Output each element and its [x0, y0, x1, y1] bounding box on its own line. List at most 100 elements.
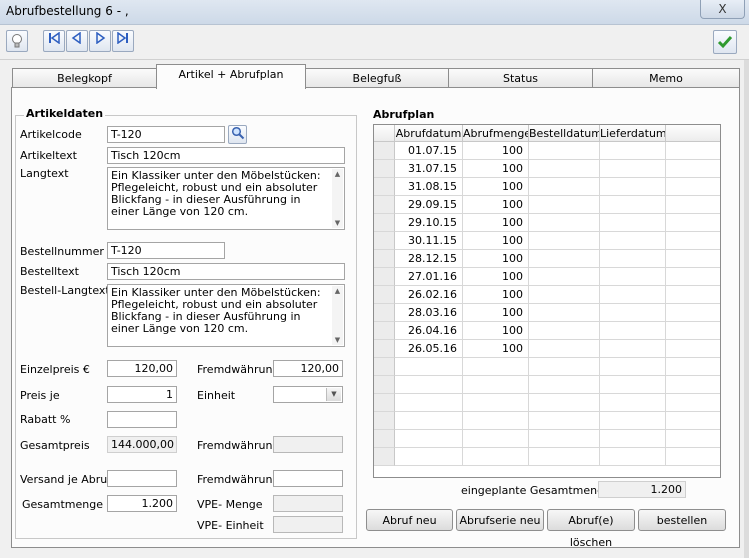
fremdwaehrung1-field[interactable]: 120,00: [273, 360, 343, 377]
row-selector[interactable]: [374, 430, 395, 448]
table-cell[interactable]: [529, 268, 600, 286]
table-cell[interactable]: [600, 430, 666, 448]
einzelpreis-field[interactable]: 120,00: [107, 360, 177, 377]
row-selector[interactable]: [374, 250, 395, 268]
table-cell[interactable]: [529, 340, 600, 358]
row-selector[interactable]: [374, 448, 395, 466]
table-cell[interactable]: [395, 430, 463, 448]
table-cell[interactable]: 100: [463, 250, 529, 268]
table-cell[interactable]: 29.09.15: [395, 196, 463, 214]
table-cell[interactable]: [600, 448, 666, 466]
table-cell[interactable]: 28.12.15: [395, 250, 463, 268]
table-cell[interactable]: [600, 322, 666, 340]
table-cell[interactable]: 31.08.15: [395, 178, 463, 196]
tab-artikel-abrufplan[interactable]: Artikel + Abrufplan: [156, 64, 306, 89]
langtext-field[interactable]: Ein Klassiker unter den Möbelstücken: Pf…: [107, 167, 345, 230]
artikeltext-field[interactable]: Tisch 120cm: [107, 147, 345, 164]
table-cell[interactable]: 100: [463, 160, 529, 178]
table-cell[interactable]: [395, 412, 463, 430]
table-cell[interactable]: [529, 448, 600, 466]
bestelltext-field[interactable]: Tisch 120cm: [107, 263, 345, 280]
row-selector[interactable]: [374, 232, 395, 250]
row-selector[interactable]: [374, 412, 395, 430]
column-header[interactable]: Abrufmenge: [463, 125, 529, 142]
row-selector[interactable]: [374, 358, 395, 376]
chevron-down-icon[interactable]: ▼: [326, 388, 341, 401]
table-cell[interactable]: [529, 142, 600, 160]
row-selector[interactable]: [374, 286, 395, 304]
gesamtmenge-field[interactable]: 1.200: [107, 495, 177, 512]
table-cell[interactable]: 100: [463, 178, 529, 196]
first-record-icon[interactable]: [43, 30, 65, 52]
table-cell[interactable]: 100: [463, 142, 529, 160]
tab-belegkopf[interactable]: Belegkopf: [12, 68, 157, 88]
table-cell[interactable]: [600, 214, 666, 232]
table-cell[interactable]: [529, 376, 600, 394]
table-cell[interactable]: [395, 448, 463, 466]
table-cell[interactable]: [529, 322, 600, 340]
tab-memo[interactable]: Memo: [592, 68, 740, 88]
table-cell[interactable]: [463, 394, 529, 412]
last-record-icon[interactable]: [112, 30, 134, 52]
table-cell[interactable]: 100: [463, 214, 529, 232]
table-cell[interactable]: 26.04.16: [395, 322, 463, 340]
versand-field[interactable]: [107, 470, 177, 487]
table-cell[interactable]: [600, 160, 666, 178]
tab-belegfuss[interactable]: Belegfuß: [305, 68, 449, 88]
tab-status[interactable]: Status: [448, 68, 593, 88]
lightbulb-icon[interactable]: [6, 30, 28, 52]
table-cell[interactable]: [600, 394, 666, 412]
table-cell[interactable]: [529, 286, 600, 304]
abrufplan-grid[interactable]: Abrufdatum Abrufmenge Bestelldatum Lieferda…: [373, 124, 721, 478]
table-cell[interactable]: [600, 340, 666, 358]
abruf-loeschen-button[interactable]: Abruf(e) löschen: [547, 509, 635, 549]
table-cell[interactable]: 01.07.15: [395, 142, 463, 160]
table-cell[interactable]: [529, 430, 600, 448]
rabatt-field[interactable]: [107, 411, 177, 428]
table-cell[interactable]: 100: [463, 232, 529, 250]
table-cell[interactable]: [529, 232, 600, 250]
table-cell[interactable]: [529, 412, 600, 430]
row-selector[interactable]: [374, 304, 395, 322]
abruf-neu-button[interactable]: Abruf neu: [366, 509, 453, 531]
bestellen-button[interactable]: bestellen: [638, 509, 726, 531]
table-cell[interactable]: [463, 430, 529, 448]
table-cell[interactable]: 26.02.16: [395, 286, 463, 304]
table-cell[interactable]: 100: [463, 196, 529, 214]
search-icon[interactable]: [228, 125, 247, 144]
table-cell[interactable]: [600, 250, 666, 268]
table-cell[interactable]: [463, 412, 529, 430]
table-cell[interactable]: [529, 250, 600, 268]
table-cell[interactable]: 27.01.16: [395, 268, 463, 286]
table-cell[interactable]: [600, 304, 666, 322]
checkmark-icon[interactable]: [713, 30, 737, 54]
table-cell[interactable]: [600, 412, 666, 430]
table-cell[interactable]: [600, 286, 666, 304]
table-cell[interactable]: 30.11.15: [395, 232, 463, 250]
artikelcode-field[interactable]: T-120: [107, 126, 225, 143]
table-cell[interactable]: 100: [463, 340, 529, 358]
table-cell[interactable]: 29.10.15: [395, 214, 463, 232]
fremdwaehrung3-field[interactable]: [273, 470, 343, 487]
table-cell[interactable]: 100: [463, 286, 529, 304]
table-cell[interactable]: [529, 214, 600, 232]
table-cell[interactable]: 28.03.16: [395, 304, 463, 322]
table-cell[interactable]: [529, 358, 600, 376]
row-selector[interactable]: [374, 142, 395, 160]
table-cell[interactable]: 31.07.15: [395, 160, 463, 178]
table-cell[interactable]: [529, 160, 600, 178]
row-selector[interactable]: [374, 214, 395, 232]
table-cell[interactable]: [395, 376, 463, 394]
table-cell[interactable]: [529, 178, 600, 196]
column-header[interactable]: Bestelldatum: [529, 125, 600, 142]
close-button[interactable]: X: [700, 0, 745, 19]
bestellnummer-field[interactable]: T-120: [107, 242, 225, 259]
table-cell[interactable]: [600, 196, 666, 214]
row-selector[interactable]: [374, 322, 395, 340]
bestell-langtext-field[interactable]: Ein Klassiker unter den Möbelstücken: Pf…: [107, 284, 345, 347]
bestell-langtext-scrollbar[interactable]: ▲ ▼: [332, 286, 343, 345]
table-cell[interactable]: [529, 304, 600, 322]
table-cell[interactable]: [395, 394, 463, 412]
table-cell[interactable]: [395, 358, 463, 376]
row-selector[interactable]: [374, 268, 395, 286]
